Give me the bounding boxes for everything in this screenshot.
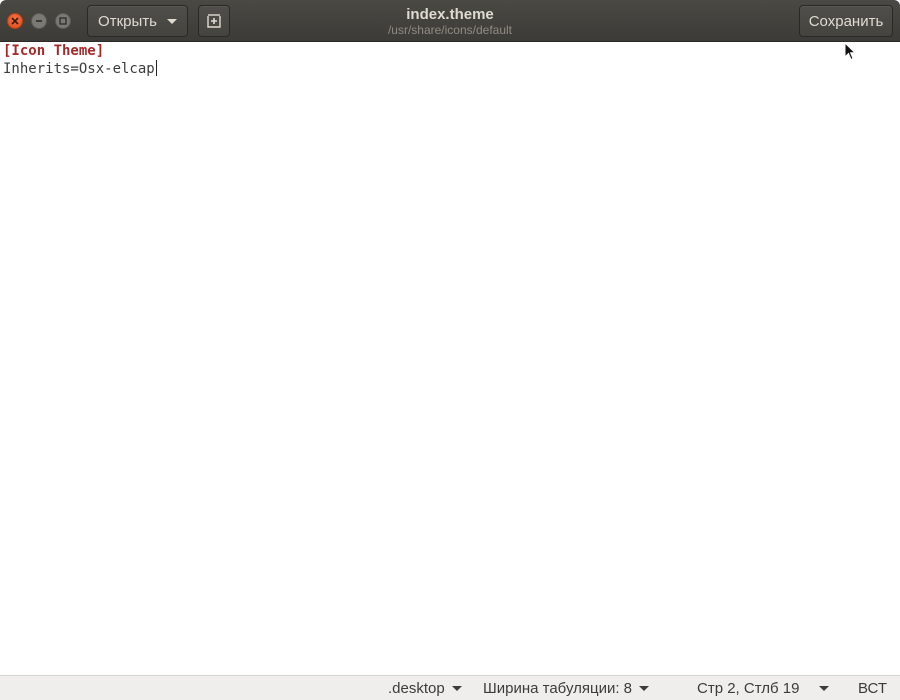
new-tab-button[interactable] bbox=[198, 5, 230, 37]
statusbar: .desktop Ширина табуляции: 8 Стр 2, Стлб… bbox=[0, 675, 900, 700]
insert-mode-indicator[interactable]: ВСТ bbox=[858, 679, 887, 697]
language-selector[interactable]: .desktop bbox=[388, 679, 462, 697]
save-button-label: Сохранить bbox=[808, 12, 884, 30]
tab-width-label: Ширина табуляции: 8 bbox=[483, 679, 633, 697]
save-button[interactable]: Сохранить bbox=[799, 5, 893, 37]
chevron-down-icon bbox=[166, 18, 177, 24]
editor-line: [Icon Theme] bbox=[3, 43, 105, 59]
open-button-label: Открыть bbox=[98, 12, 157, 30]
cursor-position-label: Стр 2, Стлб 19 bbox=[697, 679, 800, 697]
chevron-down-icon bbox=[639, 685, 650, 691]
tab-width-selector[interactable]: Ширина табуляции: 8 bbox=[483, 679, 650, 697]
chevron-down-icon bbox=[819, 685, 829, 691]
editor-line: Inherits=Osx-elcap bbox=[3, 60, 157, 78]
chevron-down-icon bbox=[451, 685, 462, 691]
close-window-button[interactable] bbox=[7, 13, 23, 29]
maximize-window-button[interactable] bbox=[55, 13, 71, 29]
open-button[interactable]: Открыть bbox=[87, 5, 188, 37]
cursor-position[interactable]: Стр 2, Стлб 19 bbox=[697, 679, 799, 697]
mouse-pointer-icon bbox=[844, 42, 856, 61]
text-caret bbox=[155, 60, 157, 76]
new-document-icon bbox=[207, 14, 221, 28]
maximize-icon bbox=[59, 17, 67, 25]
cursor-position-menu[interactable] bbox=[819, 679, 829, 697]
window-subtitle: /usr/share/icons/default bbox=[387, 23, 513, 37]
minimize-icon bbox=[36, 20, 42, 22]
language-label: .desktop bbox=[388, 679, 445, 697]
minimize-window-button[interactable] bbox=[31, 13, 47, 29]
insert-mode-label: ВСТ bbox=[858, 679, 888, 697]
editor-line-text: Inherits=Osx-elcap bbox=[3, 61, 155, 77]
window-title: index.theme bbox=[406, 6, 494, 23]
window-title-area: index.theme /usr/share/icons/default bbox=[300, 6, 600, 37]
titlebar: Открыть index.theme /usr/share/icons/def… bbox=[0, 0, 900, 42]
text-editor-area[interactable]: [Icon Theme] Inherits=Osx-elcap bbox=[0, 43, 900, 675]
close-icon bbox=[11, 17, 19, 25]
